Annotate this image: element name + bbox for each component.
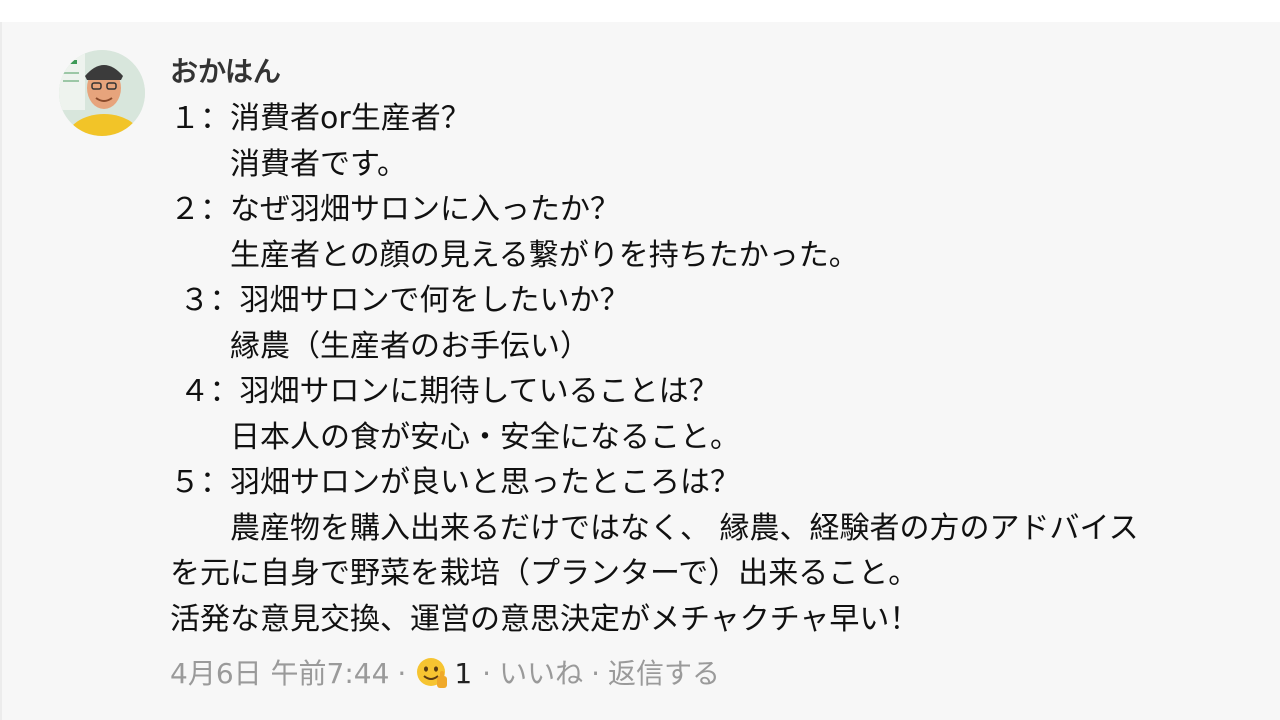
meta-separator: · xyxy=(482,657,492,690)
comment-text: １：消費者or生産者？ 消費者です。 ２：なぜ羽畑サロンに入ったか？ 生産者との… xyxy=(170,96,1260,642)
comment-line: 縁農（生産者のお手伝い） xyxy=(170,328,590,364)
comment-line: 消費者です。 xyxy=(170,146,407,182)
comment-line: 生産者との顔の見える繋がりを持ちたかった。 xyxy=(170,237,859,273)
comment-line: １：消費者or生産者？ xyxy=(170,101,471,136)
comment-card: おかはん １：消費者or生産者？ 消費者です。 ２：なぜ羽畑サロンに入ったか？ … xyxy=(0,22,1280,720)
comment-line: ２：なぜ羽畑サロンに入ったか？ xyxy=(170,192,620,227)
comment-author[interactable]: おかはん xyxy=(170,54,1260,90)
avatar[interactable] xyxy=(59,50,145,136)
comment-line: 活発な意見交換、運営の意思決定がメチャクチャ早い！ xyxy=(170,601,920,637)
meta-separator: · xyxy=(397,657,407,690)
comment-line: 農産物を購入出来るだけではなく、 縁農、経験者の方のアドバイス xyxy=(170,510,1139,546)
reaction-count[interactable]: 1 xyxy=(454,654,472,694)
comment-line: を元に自身で野菜を栽培（プランターで）出来ること。 xyxy=(170,556,919,591)
comment-line: ４：羽畑サロンに期待していることは？ xyxy=(170,374,719,409)
comment-line: 日本人の食が安心・安全になること。 xyxy=(170,419,740,455)
like-link[interactable]: いいね xyxy=(499,654,583,694)
comment-line: ５：羽畑サロンが良いと思ったところは？ xyxy=(170,465,740,500)
meta-separator: · xyxy=(591,657,600,690)
comment-meta: 4月6日 午前7:44 · 1 · いいね · 返信する xyxy=(170,654,720,694)
comment-timestamp[interactable]: 4月6日 午前7:44 xyxy=(170,654,389,694)
comment-line: ３：羽畑サロンで何をしたいか？ xyxy=(170,283,630,318)
thumbs-up-smiley-emoji-icon[interactable] xyxy=(416,657,450,691)
comment-body: おかはん １：消費者or生産者？ 消費者です。 ２：なぜ羽畑サロンに入ったか？ … xyxy=(170,54,1260,642)
avatar-photo-icon xyxy=(59,50,145,136)
reply-link[interactable]: 返信する xyxy=(608,654,720,694)
